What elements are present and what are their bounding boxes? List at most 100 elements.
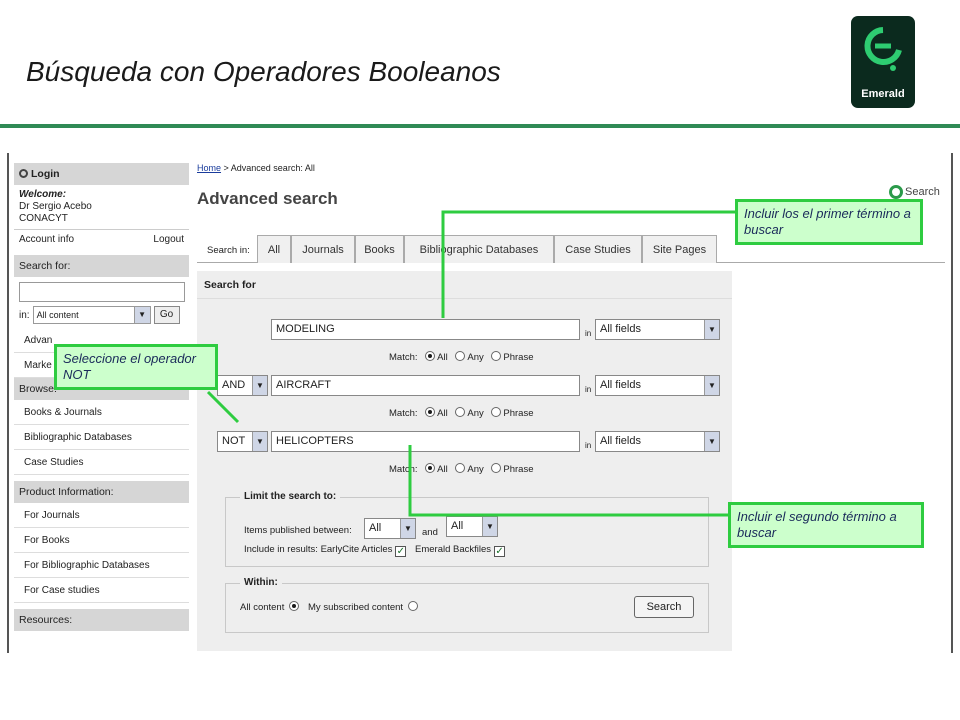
chevron-down-icon: ▼ [252,376,267,395]
user-name: Dr Sergio Acebo [19,201,92,212]
match-options-1: Match: All Any Phrase [389,351,533,363]
slide-title: Búsqueda con Operadores Booleanos [26,56,501,87]
match-option-label: All [437,408,448,419]
field-select-3[interactable]: All fields ▼ [595,431,720,452]
title-divider [0,124,960,128]
match-option-label: All [437,352,448,363]
match-any-radio[interactable] [455,463,466,473]
search-term-input-1[interactable]: MODELING [271,319,580,340]
welcome-label: Welcome: [19,189,67,200]
within-all-radio[interactable] [289,601,300,611]
chevron-down-icon: ▼ [252,432,267,451]
match-all-radio[interactable] [425,463,436,473]
search-term-input-2[interactable]: AIRCRAFT [271,375,580,396]
earlycite-label: Include in results: EarlyCite Articles [244,544,393,555]
search-term-input-3[interactable]: HELICOPTERS [271,431,580,452]
tab-books[interactable]: Books [355,235,404,263]
login-label: Login [31,168,60,180]
tab-case-studies[interactable]: Case Studies [554,235,642,263]
within-subscribed-radio[interactable] [408,601,419,611]
chevron-down-icon: ▼ [704,432,719,451]
product-item[interactable]: For Books [14,528,189,553]
browse-item[interactable]: Books & Journals [14,400,189,425]
match-option-label: Any [467,352,484,363]
content-select-value: All content [36,310,79,320]
search-in-label: Search in: [207,245,250,256]
year-from-select[interactable]: All ▼ [364,518,416,539]
match-phrase-radio[interactable] [491,407,502,417]
match-option-label: Phrase [503,352,534,363]
within-options: All content My subscribed content [240,601,420,613]
emerald-logo: Emerald [851,16,915,108]
callout-first-term: Incluir los el primer término a buscar [735,199,923,245]
search-button[interactable]: Search [634,596,694,618]
sidebar-search-input[interactable] [19,282,185,302]
side-search-label: Search [905,185,940,198]
go-button[interactable]: Go [153,306,180,324]
match-option-label: Phrase [503,408,534,419]
product-info-header: Product Information: [14,481,189,503]
emerald-e-icon [864,27,902,71]
operator-select-2[interactable]: AND ▼ [217,375,268,396]
login-header[interactable]: Login [14,163,189,185]
left-sidebar: Login Welcome: Dr Sergio Acebo CONACYT A… [14,163,189,631]
year-to-value: All [451,520,464,532]
field-select-value: All fields [600,435,641,447]
breadcrumb: Home > Advanced search: All [197,163,945,173]
match-any-radio[interactable] [455,351,466,361]
limit-heading: Limit the search to: [240,491,341,502]
match-label: Match: [389,352,418,363]
field-select-2[interactable]: All fields ▼ [595,375,720,396]
match-label: Match: [389,464,418,475]
callout-not-operator: Seleccione el operador NOT [54,344,218,390]
backfiles-label: Emerald Backfiles [415,544,492,555]
tab-bibliographic-databases[interactable]: Bibliographic Databases [404,235,554,263]
resources-header: Resources: [14,609,189,631]
content-select[interactable]: All content ▼ [32,306,151,324]
browse-item[interactable]: Case Studies [14,450,189,475]
breadcrumb-rest: > Advanced search: All [221,163,315,173]
tab-all[interactable]: All [257,235,291,263]
tab-journals[interactable]: Journals [291,235,355,263]
year-from-value: All [369,522,382,534]
limit-fieldset: Limit the search to: Items published bet… [225,491,709,567]
field-select-value: All fields [600,323,641,335]
breadcrumb-home-link[interactable]: Home [197,163,221,173]
match-phrase-radio[interactable] [491,463,502,473]
match-options-2: Match: All Any Phrase [389,407,533,419]
match-all-radio[interactable] [425,407,436,417]
org-name: CONACYT [19,213,68,224]
match-phrase-radio[interactable] [491,351,502,361]
match-option-label: Phrase [503,464,534,475]
chevron-down-icon: ▼ [704,320,719,339]
match-any-radio[interactable] [455,407,466,417]
operator-value: AND [222,379,246,391]
browse-item[interactable]: Bibliographic Databases [14,425,189,450]
sidebar-in-row: in: All content ▼ Go [14,302,189,328]
callout-second-term: Incluir el segundo término a buscar [728,502,924,548]
year-to-select[interactable]: All ▼ [446,516,498,537]
search-icon [889,185,903,199]
welcome-block: Welcome: Dr Sergio Acebo CONACYT [14,185,189,229]
plus-circle-icon [19,169,28,178]
operator-select-3[interactable]: NOT ▼ [217,431,268,452]
backfiles-checkbox[interactable]: ✓ [494,546,506,557]
field-select-1[interactable]: All fields ▼ [595,319,720,340]
in-label: in [585,329,592,338]
product-item[interactable]: For Case studies [14,578,189,603]
match-option-label: Any [467,464,484,475]
product-item[interactable]: For Bibliographic Databases [14,553,189,578]
chevron-down-icon: ▼ [133,307,150,323]
tab-site-pages[interactable]: Site Pages [642,235,717,263]
chevron-down-icon: ▼ [400,519,415,538]
account-info-link[interactable]: Account info [19,233,74,246]
within-subscribed-label: My subscribed content [308,602,404,613]
and-label: and [422,527,438,538]
product-item[interactable]: For Journals [14,503,189,528]
field-select-value: All fields [600,379,641,391]
earlycite-checkbox[interactable]: ✓ [395,546,407,557]
match-all-radio[interactable] [425,351,436,361]
within-fieldset: Within: All content My subscribed conten… [225,577,709,633]
side-search-link[interactable]: Search [889,185,940,199]
logout-link[interactable]: Logout [153,233,184,246]
